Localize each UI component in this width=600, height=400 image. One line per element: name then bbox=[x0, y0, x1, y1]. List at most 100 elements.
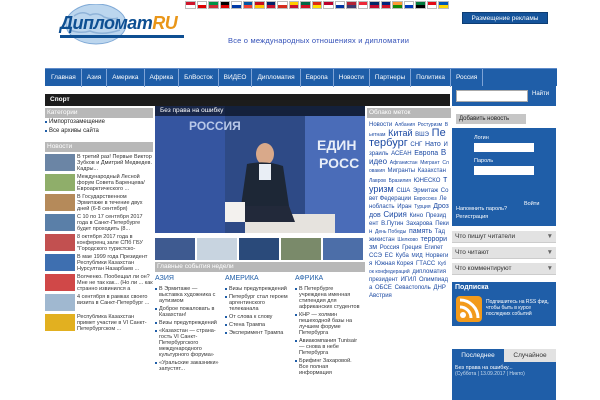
nav-item[interactable]: Европа bbox=[301, 69, 334, 87]
nav-item[interactable]: Африка bbox=[145, 69, 180, 87]
tag-link[interactable]: Казахстан bbox=[418, 168, 446, 174]
news-item[interactable]: 4 сентября в рамках своего визита в Санк… bbox=[45, 294, 153, 312]
flag-icon[interactable] bbox=[369, 1, 380, 9]
tag-link[interactable]: Захарова bbox=[406, 221, 432, 227]
tag-link[interactable]: дипломатия bbox=[412, 269, 446, 275]
nav-item[interactable]: БлВосток bbox=[179, 69, 219, 87]
flag-icon[interactable] bbox=[323, 1, 334, 9]
tag-link[interactable]: Нато bbox=[425, 141, 441, 148]
category-link[interactable]: Все архивы сайта bbox=[45, 127, 153, 136]
flag-icon[interactable] bbox=[403, 1, 415, 9]
flag-icon[interactable] bbox=[231, 1, 242, 9]
flag-icon[interactable] bbox=[288, 1, 300, 9]
add-news-button[interactable]: Добавить новость bbox=[456, 114, 526, 124]
tag-link[interactable]: память bbox=[409, 228, 432, 235]
tag-link[interactable]: Европа bbox=[414, 150, 438, 157]
flag-icon[interactable] bbox=[334, 1, 346, 9]
region-news-link[interactable]: От слова к слову bbox=[225, 314, 292, 320]
region-news-link[interactable]: Петербург стал героем аргентинского теле… bbox=[225, 294, 292, 312]
tag-link[interactable]: ГТАСС bbox=[416, 261, 435, 267]
news-item[interactable]: 8 октября 2017 года в конференц зале СПб… bbox=[45, 234, 153, 252]
flag-icon[interactable] bbox=[219, 1, 231, 9]
forgot-password-link[interactable]: Напомнить пароль? bbox=[456, 206, 507, 212]
region-news-link[interactable]: КНР — холмин пешеходной базы на лучшем ф… bbox=[295, 312, 362, 336]
tag-link[interactable]: Куба bbox=[396, 253, 409, 259]
nav-item[interactable]: Политика bbox=[411, 69, 451, 87]
flag-icon[interactable] bbox=[196, 1, 208, 9]
tab-random[interactable]: Случайное bbox=[504, 349, 556, 362]
rss-box[interactable]: Подпишитесь на RSS фид, чтобы быть в кур… bbox=[452, 293, 556, 326]
nav-item[interactable]: Азия bbox=[82, 69, 108, 87]
region-news-link[interactable]: Визы предупреждений bbox=[225, 286, 292, 292]
flag-icon[interactable] bbox=[311, 1, 323, 9]
region-news-link[interactable]: Стена Трампа bbox=[225, 322, 292, 328]
nav-item-sport[interactable]: Спорт bbox=[50, 96, 70, 103]
slide-thumbnail[interactable] bbox=[281, 238, 321, 260]
region-title[interactable]: АФРИКА bbox=[295, 274, 362, 284]
news-item[interactable]: В Государственном Эрмитаже в течение дву… bbox=[45, 194, 153, 212]
password-input[interactable] bbox=[474, 166, 534, 175]
region-news-link[interactable]: Эксперимент Трампа bbox=[225, 330, 292, 336]
tag-link[interactable]: День Победы bbox=[375, 229, 406, 235]
tag-link[interactable]: Австрия bbox=[369, 293, 392, 299]
flag-icon[interactable] bbox=[277, 1, 288, 9]
nav-item[interactable]: Дипломатия bbox=[252, 69, 301, 87]
search-input[interactable] bbox=[456, 90, 528, 102]
tag-link[interactable]: США bbox=[396, 188, 410, 194]
block-most-commented[interactable]: Что комментируют ▼ bbox=[452, 263, 556, 275]
region-news-link[interactable]: Авиакомпания Tunisair — снова в небе Пет… bbox=[295, 338, 362, 356]
tab-latest[interactable]: Последнее bbox=[452, 349, 504, 362]
tag-link[interactable]: ИГИЛ bbox=[400, 277, 416, 283]
tag-link[interactable]: ОБСЕ bbox=[375, 285, 392, 291]
tag-link[interactable]: Мигранты bbox=[388, 168, 416, 174]
tag-link[interactable]: Кино bbox=[410, 213, 424, 219]
tag-link[interactable]: Мигрант bbox=[420, 160, 439, 166]
tag-link[interactable]: Южная Корея bbox=[375, 261, 413, 267]
register-link[interactable]: Регистрация bbox=[456, 214, 488, 220]
news-item[interactable]: С 10 по 17 сентября 2017 года в Санкт-Пе… bbox=[45, 214, 153, 232]
flag-icon[interactable] bbox=[415, 1, 426, 9]
flag-icon[interactable] bbox=[346, 1, 357, 9]
tag-link[interactable]: АСЕАН bbox=[391, 151, 412, 157]
login-input[interactable] bbox=[474, 143, 534, 152]
tag-link[interactable]: президент bbox=[369, 277, 398, 283]
tag-link[interactable]: СНГ bbox=[410, 142, 422, 148]
slide-thumbnail[interactable] bbox=[323, 238, 363, 260]
tag-link[interactable]: Шелково bbox=[397, 237, 418, 243]
tag-link[interactable]: Афганистан bbox=[390, 160, 418, 166]
flag-icon[interactable] bbox=[254, 1, 265, 9]
slide-thumbnail[interactable] bbox=[155, 238, 195, 260]
flag-icon[interactable] bbox=[185, 1, 196, 9]
tag-link[interactable]: Россия bbox=[380, 245, 400, 251]
featured-slide[interactable]: ЕДИН РОСС РОССИЯ Без права на ошибку bbox=[155, 106, 365, 233]
category-link[interactable]: Импортозамещение bbox=[45, 118, 153, 127]
flag-icon[interactable] bbox=[265, 1, 277, 9]
tag-link[interactable]: ДНР bbox=[433, 285, 445, 291]
tag-link[interactable]: ВШЭ bbox=[415, 132, 429, 138]
news-item[interactable]: В мае 1999 года Президент Республики Каз… bbox=[45, 254, 153, 272]
region-news-link[interactable]: В Эрмитаже — выставка художника с аутизм… bbox=[155, 286, 222, 304]
news-item[interactable]: Международный Лесной форум Совета Баренц… bbox=[45, 174, 153, 192]
tag-link[interactable]: Египет bbox=[424, 245, 443, 251]
nav-item[interactable]: Америка bbox=[107, 69, 145, 87]
search-button[interactable]: Найти bbox=[532, 91, 549, 97]
nav-item[interactable]: Россия bbox=[451, 69, 484, 87]
flag-icon[interactable] bbox=[426, 1, 438, 9]
region-title[interactable]: АМЕРИКА bbox=[225, 274, 292, 284]
region-news-link[interactable]: «Казахстан — страна-гость VI Санкт-Петер… bbox=[155, 328, 222, 358]
tag-link[interactable]: Эрмитаж bbox=[413, 188, 438, 194]
tag-link[interactable]: Греция bbox=[402, 245, 422, 251]
region-news-link[interactable]: В Петербурге учреждена именная стипендия… bbox=[295, 286, 362, 310]
news-item[interactable]: Волченко. Пообещал ли он? Мне не так как… bbox=[45, 274, 153, 292]
nav-item[interactable]: ВИДЕО bbox=[219, 69, 253, 87]
tag-link[interactable]: МИД bbox=[411, 253, 422, 259]
tag-link[interactable]: Евросоюз bbox=[414, 196, 437, 202]
nav-item[interactable]: Партнеры bbox=[370, 69, 412, 87]
region-news-link[interactable]: «Уральские заказники» запустят... bbox=[155, 360, 222, 372]
region-title[interactable]: АЗИЯ bbox=[155, 274, 222, 284]
region-news-link[interactable]: Доброе пожаловать в Казахстан! bbox=[155, 306, 222, 318]
flag-icon[interactable] bbox=[380, 1, 392, 9]
nav-item[interactable]: Главная bbox=[45, 69, 82, 87]
advertising-button[interactable]: Размещение рекламы bbox=[462, 12, 548, 24]
tag-link[interactable]: ЮНЕСКО bbox=[414, 178, 441, 184]
